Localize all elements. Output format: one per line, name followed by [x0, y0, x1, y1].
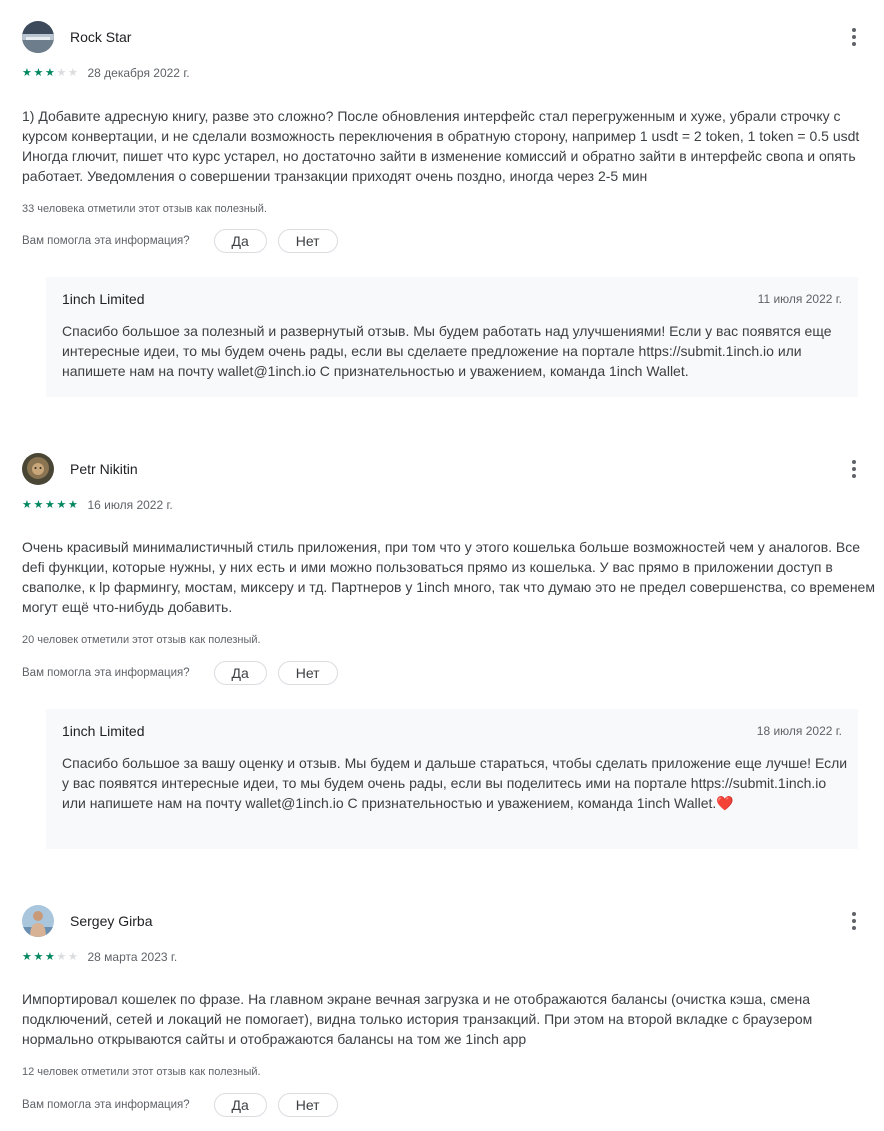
star-rating: ★ ★ ★ ★ ★	[22, 67, 80, 79]
rating-row: ★ ★ ★ ★ ★ 16 июля 2022 г.	[22, 497, 173, 513]
helpful-question: Вам помогла эта информация?	[22, 667, 190, 679]
star-icon: ★	[22, 951, 32, 963]
star-icon: ★	[33, 67, 44, 79]
star-icon: ★	[68, 67, 78, 79]
helpful-question: Вам помогла эта информация?	[22, 1099, 190, 1111]
yes-button[interactable]: Да	[213, 1093, 267, 1117]
developer-reply: 1inch Limited 18 июля 2022 г. Спасибо бо…	[46, 709, 858, 849]
review-card: Rock Star ★ ★ ★ ★ ★ 28 декабря 2022 г. 1) До…	[0, 21, 884, 401]
helpful-count: 33 человека отметили этот отзыв как поле…	[22, 203, 267, 215]
developer-reply: 1inch Limited 11 июля 2022 г. Спасибо бо…	[46, 277, 858, 397]
star-rating: ★ ★ ★ ★ ★	[22, 499, 80, 511]
review-text: 1) Добавите адресную книгу, разве это сл…	[22, 108, 860, 184]
helpful-question: Вам помогла эта информация?	[22, 235, 190, 247]
star-icon: ★	[22, 67, 32, 79]
star-icon: ★	[68, 951, 78, 963]
author-name: Rock Star	[70, 29, 132, 45]
review-header: Petr Nikitin	[22, 453, 872, 485]
review-header: Rock Star	[22, 21, 872, 53]
review-date: 28 декабря 2022 г.	[87, 66, 190, 80]
helpful-feedback: Вам помогла эта информация? Да Нет	[22, 229, 338, 253]
yes-button[interactable]: Да	[213, 661, 267, 685]
more-options-icon[interactable]	[842, 909, 866, 933]
avatar[interactable]	[22, 21, 54, 53]
star-icon: ★	[22, 499, 32, 511]
author-name: Sergey Girba	[70, 913, 153, 929]
reply-author: 1inch Limited	[62, 723, 145, 739]
review-date: 16 июля 2022 г.	[87, 498, 173, 512]
avatar[interactable]	[22, 453, 54, 485]
rating-row: ★ ★ ★ ★ ★ 28 марта 2023 г.	[22, 949, 177, 965]
reply-date: 11 июля 2022 г.	[757, 292, 842, 306]
author-name: Petr Nikitin	[70, 461, 138, 477]
star-icon: ★	[33, 499, 44, 511]
star-icon: ★	[56, 67, 67, 79]
reply-date: 18 июля 2022 г.	[756, 724, 842, 738]
reply-text: Спасибо большое за полезный и развернуты…	[62, 323, 832, 379]
helpful-feedback: Вам помогла эта информация? Да Нет	[22, 661, 338, 685]
more-options-icon[interactable]	[842, 457, 866, 481]
more-options-icon[interactable]	[842, 25, 866, 49]
review-header: Sergey Girba	[22, 905, 872, 937]
review-text: Очень красивый минималистичный стиль при…	[22, 539, 875, 615]
star-icon: ★	[45, 67, 55, 79]
star-rating: ★ ★ ★ ★ ★	[22, 951, 80, 963]
yes-button[interactable]: Да	[213, 229, 267, 253]
star-icon: ★	[56, 951, 67, 963]
review-date: 28 марта 2023 г.	[87, 950, 178, 964]
no-button[interactable]: Нет	[277, 229, 338, 253]
reply-text: Спасибо большое за вашу оценку и отзыв. …	[62, 755, 848, 811]
review-card: Sergey Girba ★ ★ ★ ★ ★ 28 марта 2023 г. Импо…	[0, 905, 884, 1125]
review-card: Petr Nikitin ★ ★ ★ ★ ★ 16 июля 2022 г. Очень…	[0, 453, 884, 853]
avatar[interactable]	[22, 905, 54, 937]
helpful-count: 12 человек отметили этот отзыв как полез…	[22, 1066, 261, 1078]
no-button[interactable]: Нет	[277, 1093, 338, 1117]
star-icon: ★	[45, 499, 55, 511]
star-icon: ★	[56, 499, 67, 511]
no-button[interactable]: Нет	[277, 661, 338, 685]
review-text: Импортировал кошелек по фразе. На главно…	[22, 991, 813, 1047]
star-icon: ★	[68, 499, 78, 511]
star-icon: ★	[33, 951, 44, 963]
helpful-feedback: Вам помогла эта информация? Да Нет	[22, 1093, 338, 1117]
helpful-count: 20 человек отметили этот отзыв как полез…	[22, 634, 261, 646]
rating-row: ★ ★ ★ ★ ★ 28 декабря 2022 г.	[22, 65, 190, 81]
reply-author: 1inch Limited	[62, 291, 145, 307]
star-icon: ★	[45, 951, 55, 963]
